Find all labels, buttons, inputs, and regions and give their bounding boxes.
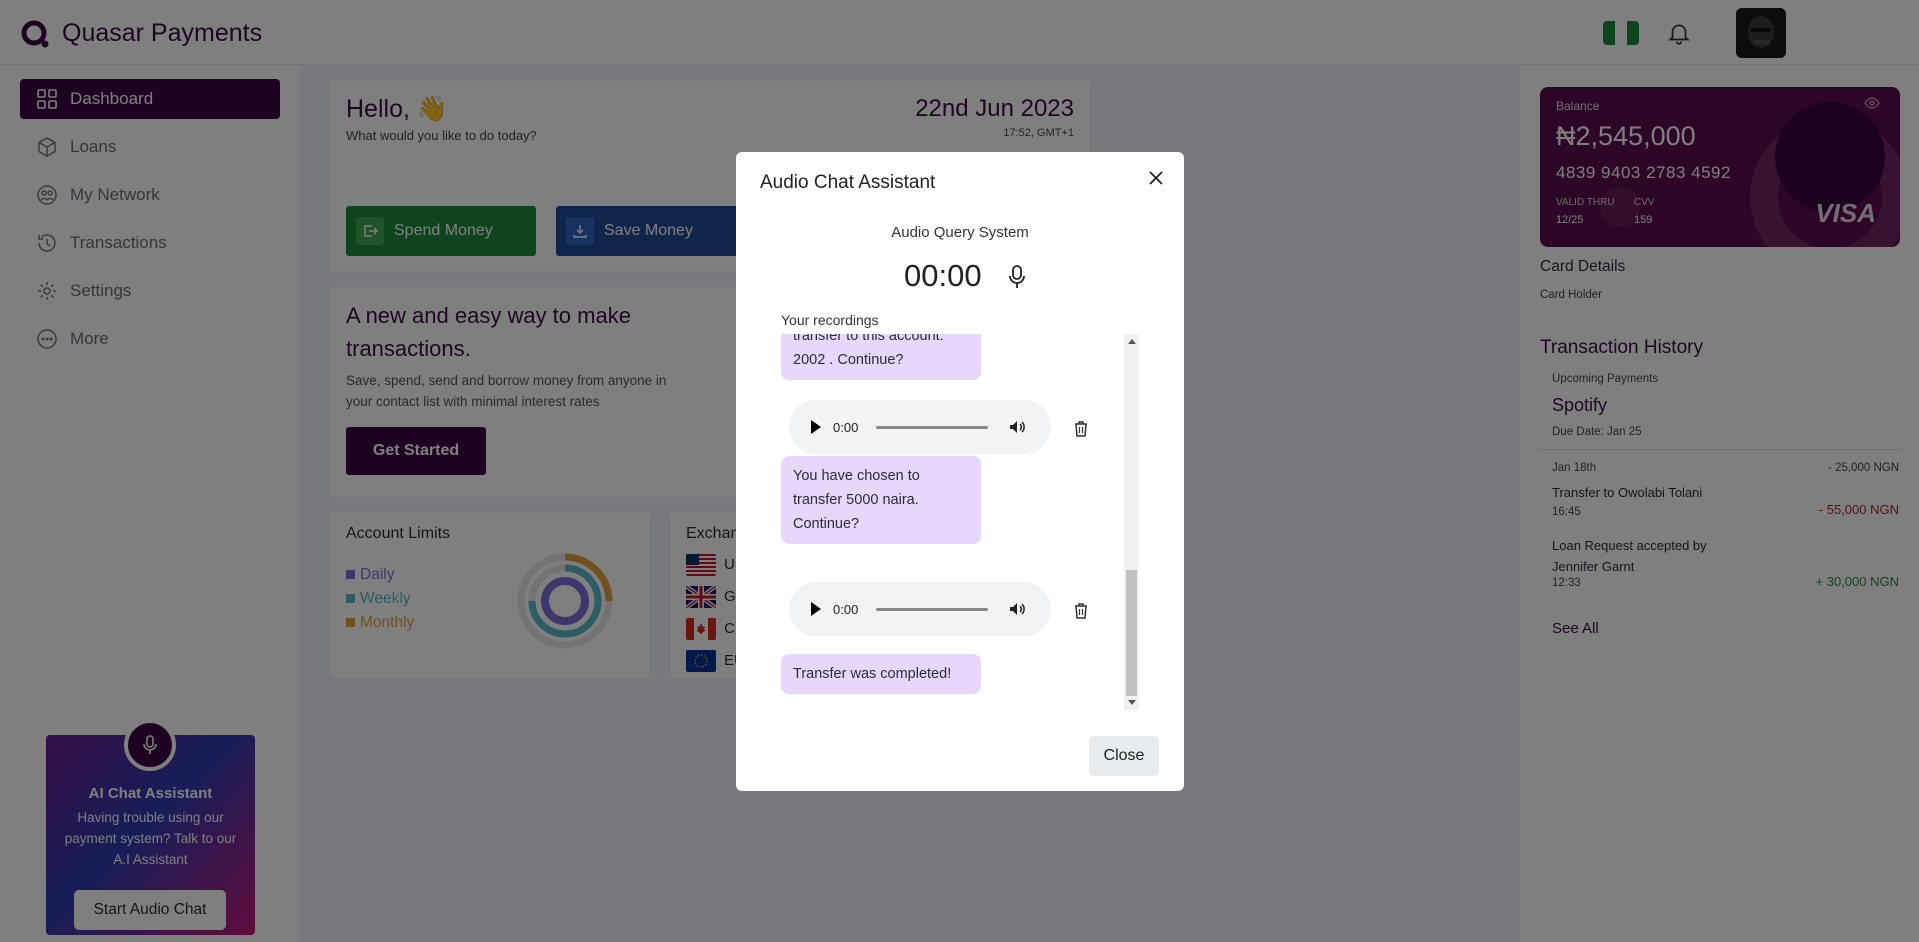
audio-time: 0:00 — [833, 419, 859, 435]
audio-time: 0:00 — [833, 601, 859, 617]
volume-icon[interactable] — [1008, 600, 1026, 618]
audio-progress-bar[interactable] — [876, 607, 989, 611]
audio-player[interactable]: 0:00 — [789, 400, 1051, 454]
assistant-message: transfer to this account: 2002 . Continu… — [781, 334, 981, 380]
scroll-up-arrow-icon[interactable] — [1128, 339, 1136, 344]
audio-progress-bar[interactable] — [876, 425, 989, 429]
audio-query-label: Audio Query System — [891, 224, 1029, 241]
audio-player[interactable]: 0:00 — [789, 582, 1051, 636]
trash-icon[interactable] — [1073, 602, 1089, 620]
volume-icon[interactable] — [1008, 418, 1026, 436]
modal-title: Audio Chat Assistant — [760, 172, 936, 193]
microphone-icon[interactable] — [1006, 264, 1028, 290]
play-icon[interactable] — [811, 602, 821, 616]
scrollbar-thumb[interactable] — [1126, 570, 1137, 696]
assistant-message: You have chosen to transfer 5000 naira. … — [781, 456, 981, 544]
play-icon[interactable] — [811, 420, 821, 434]
scroll-down-arrow-icon[interactable] — [1128, 700, 1136, 705]
audio-chat-modal: Audio Chat Assistant Audio Query System … — [736, 152, 1184, 791]
recordings-label: Your recordings — [781, 312, 879, 328]
trash-icon[interactable] — [1073, 420, 1089, 438]
recording-timer: 00:00 — [904, 258, 982, 293]
close-button[interactable]: Close — [1089, 736, 1159, 776]
recordings-scrollbar[interactable] — [1124, 334, 1139, 710]
assistant-message: Transfer was completed! — [781, 654, 981, 694]
recordings-list[interactable]: transfer to this account: 2002 . Continu… — [781, 334, 1136, 710]
close-icon[interactable] — [1144, 166, 1168, 190]
